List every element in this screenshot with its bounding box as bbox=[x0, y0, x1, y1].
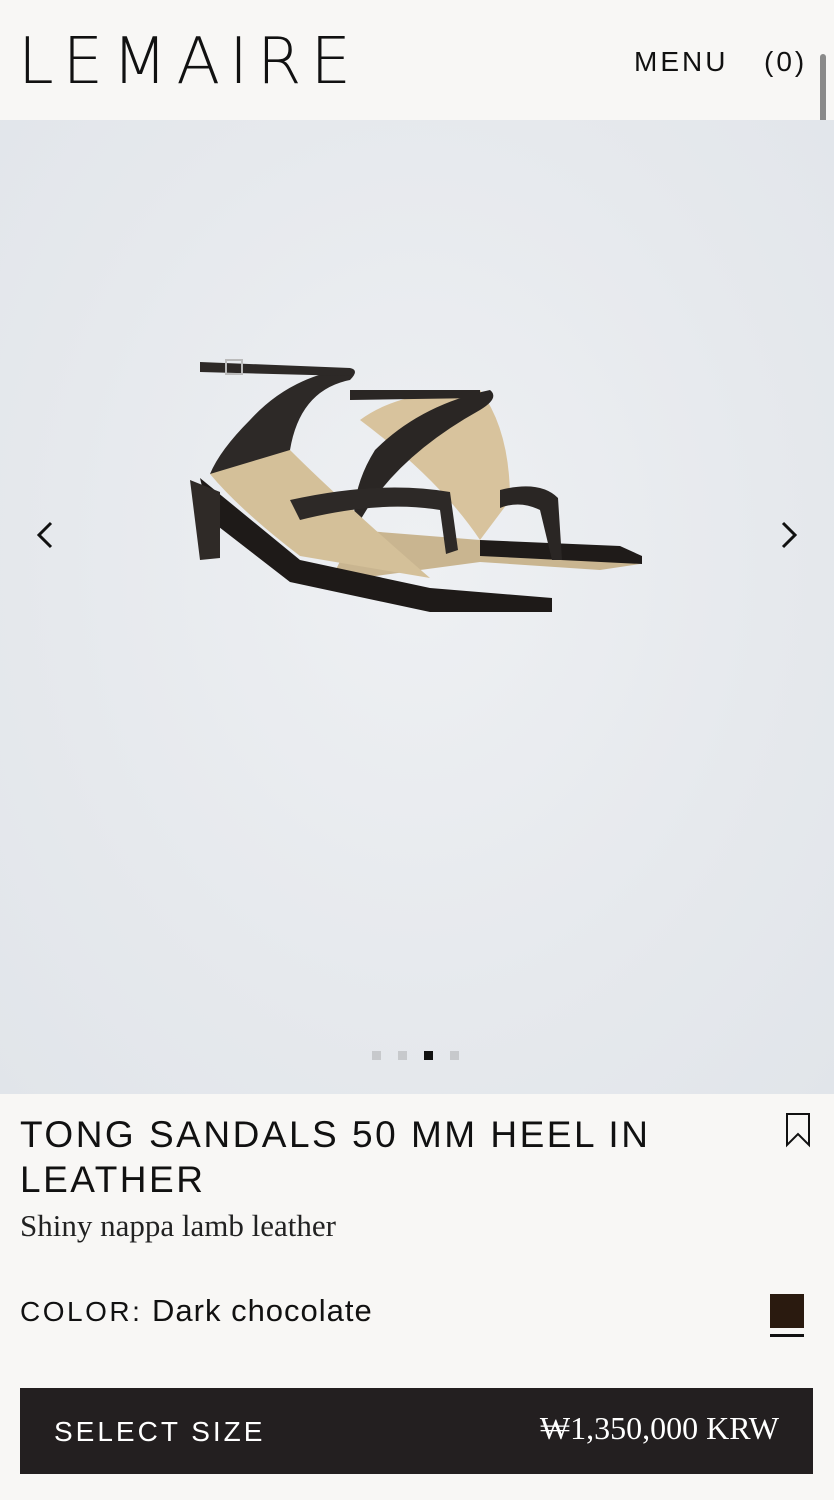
slide-dot[interactable] bbox=[372, 1051, 381, 1060]
select-size-button[interactable]: SELECT SIZE ₩1,350,000 KRW bbox=[20, 1388, 813, 1474]
product-image bbox=[190, 359, 642, 612]
color-label: COLOR: bbox=[20, 1296, 143, 1327]
slide-dot-active[interactable] bbox=[424, 1051, 433, 1060]
product-gallery[interactable] bbox=[0, 120, 834, 1094]
site-header: LEMAIRE MENU (0) bbox=[0, 0, 834, 120]
cart-button[interactable]: (0) bbox=[764, 46, 807, 78]
swatch-selected-indicator bbox=[770, 1334, 804, 1337]
color-swatch[interactable] bbox=[770, 1294, 804, 1328]
bookmark-icon[interactable] bbox=[784, 1112, 812, 1148]
product-material: Shiny nappa lamb leather bbox=[20, 1208, 336, 1243]
brand-logo[interactable]: LEMAIRE bbox=[18, 26, 360, 98]
slide-dot[interactable] bbox=[398, 1051, 407, 1060]
product-price: ₩1,350,000 KRW bbox=[539, 1410, 779, 1446]
color-value: Dark chocolate bbox=[152, 1293, 373, 1328]
chevron-right-icon[interactable] bbox=[768, 515, 808, 555]
select-size-label: SELECT SIZE bbox=[54, 1416, 266, 1447]
chevron-left-icon[interactable] bbox=[26, 515, 66, 555]
menu-button[interactable]: MENU bbox=[634, 46, 728, 78]
product-title: TONG SANDALS 50 MM HEEL IN LEATHER bbox=[20, 1114, 651, 1200]
slide-indicator bbox=[372, 1051, 459, 1060]
slide-dot[interactable] bbox=[450, 1051, 459, 1060]
